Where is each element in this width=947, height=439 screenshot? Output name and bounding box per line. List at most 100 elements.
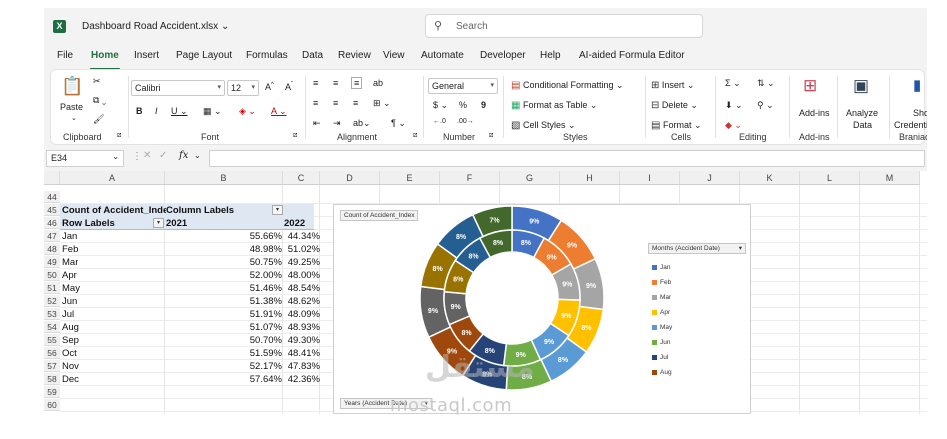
tab-developer[interactable]: Developer bbox=[480, 50, 526, 61]
pivot-value-2022[interactable]: 48.41% bbox=[284, 348, 320, 360]
tab-data[interactable]: Data bbox=[302, 50, 323, 61]
pivot-value-2021[interactable]: 51.46% bbox=[166, 283, 282, 295]
row-header-46[interactable]: 46 bbox=[44, 217, 60, 229]
row-header-51[interactable]: 51 bbox=[44, 282, 60, 294]
pivot-row-month[interactable]: Apr bbox=[62, 270, 77, 282]
column-header-g[interactable]: G bbox=[500, 171, 560, 185]
name-box-options-icon[interactable]: ⋮ bbox=[132, 151, 142, 162]
clipboard-launcher-icon[interactable]: ⧄ bbox=[117, 132, 121, 140]
comma-button[interactable]: 9 bbox=[481, 100, 486, 110]
pivot-row-month[interactable]: Nov bbox=[62, 361, 79, 373]
pivot-value-field[interactable]: Count of Accident_Inde bbox=[62, 205, 166, 217]
column-header-h[interactable]: H bbox=[560, 171, 620, 185]
column-filter-button[interactable]: ▾ bbox=[272, 205, 283, 215]
column-header-d[interactable]: D bbox=[320, 171, 380, 185]
formula-input[interactable] bbox=[209, 150, 925, 167]
column-header-m[interactable]: M bbox=[860, 171, 920, 185]
insert-cells-button[interactable]: ⊞ Insert ⌄ bbox=[651, 80, 694, 91]
cancel-icon[interactable]: ✕ bbox=[143, 150, 151, 161]
row-header-53[interactable]: 53 bbox=[44, 308, 60, 320]
formula-expand-icon[interactable]: ⌄ bbox=[194, 151, 201, 160]
tab-review[interactable]: Review bbox=[338, 50, 371, 61]
pivot-value-2021[interactable]: 55.66% bbox=[166, 231, 282, 243]
legend-item[interactable]: Apr bbox=[652, 309, 670, 316]
fill-color-icon[interactable]: ◈ ⌄ bbox=[239, 106, 256, 117]
pivot-value-2021[interactable]: 51.07% bbox=[166, 322, 282, 334]
format-cells-button[interactable]: ▤ Format ⌄ bbox=[651, 120, 702, 131]
tab-ai-formula-editor[interactable]: AI-aided Formula Editor bbox=[579, 50, 685, 61]
fill-icon[interactable]: ⬇ ⌄ bbox=[725, 100, 743, 111]
pivot-value-2021[interactable]: 51.38% bbox=[166, 296, 282, 308]
align-middle-icon[interactable]: ≡ bbox=[333, 78, 338, 88]
column-header-j[interactable]: J bbox=[680, 171, 740, 185]
column-header-e[interactable]: E bbox=[380, 171, 440, 185]
name-box[interactable]: E34 ⌄ bbox=[46, 150, 124, 167]
find-select-icon[interactable]: ⚲ ⌄ bbox=[757, 100, 774, 111]
tab-formulas[interactable]: Formulas bbox=[246, 50, 288, 61]
legend-item[interactable]: Jan bbox=[652, 264, 670, 271]
bold-button[interactable]: B bbox=[136, 106, 143, 116]
cell-styles-button[interactable]: ▧ Cell Styles ⌄ bbox=[511, 120, 576, 131]
font-size-select[interactable]: 12 ▾ bbox=[227, 80, 259, 96]
clear-icon[interactable]: ◆ ⌄ bbox=[725, 120, 742, 131]
analyze-data-icon[interactable]: ▣ bbox=[853, 76, 869, 96]
font-launcher-icon[interactable]: ⧄ bbox=[293, 132, 297, 140]
align-top-icon[interactable]: ≡ bbox=[313, 78, 318, 88]
pivot-value-2021[interactable]: 48.98% bbox=[166, 244, 282, 256]
increase-font-icon[interactable]: A^ bbox=[265, 82, 274, 92]
currency-button[interactable]: $ ⌄ bbox=[433, 100, 448, 111]
doughnut-chart[interactable]: Count of Accident_Index 9% 9% 9% 8% 8% 8% 8% 9%… bbox=[333, 204, 751, 414]
row-header-49[interactable]: 49 bbox=[44, 256, 60, 268]
font-color-icon[interactable]: A ⌄ bbox=[271, 106, 287, 117]
alignment-launcher-icon[interactable]: ⧄ bbox=[413, 132, 417, 140]
pivot-value-2022[interactable]: 48.93% bbox=[284, 322, 320, 334]
row-header-57[interactable]: 57 bbox=[44, 360, 60, 372]
row-header-55[interactable]: 55 bbox=[44, 334, 60, 346]
legend-field-button[interactable]: Months (Accident Date) ▾ bbox=[648, 243, 746, 254]
tab-automate[interactable]: Automate bbox=[421, 50, 464, 61]
borders-icon[interactable]: ▦ ⌄ bbox=[203, 106, 222, 117]
pivot-value-2022[interactable]: 49.30% bbox=[284, 335, 320, 347]
format-as-table-button[interactable]: ▦ Format as Table ⌄ bbox=[511, 100, 597, 111]
paste-button[interactable]: Paste bbox=[60, 102, 83, 112]
row-filter-button[interactable]: ▾ bbox=[153, 218, 164, 228]
tab-home[interactable]: Home bbox=[91, 50, 119, 61]
pivot-value-2022[interactable]: 51.02% bbox=[284, 244, 320, 256]
column-header-l[interactable]: L bbox=[800, 171, 860, 185]
percent-button[interactable]: % bbox=[459, 100, 467, 110]
column-header-b[interactable]: B bbox=[165, 171, 283, 185]
pivot-value-2021[interactable]: 52.00% bbox=[166, 270, 282, 282]
legend-item[interactable]: May bbox=[652, 324, 672, 331]
row-header-48[interactable]: 48 bbox=[44, 243, 60, 255]
file-title[interactable]: Dashboard Road Accident.xlsx ⌄ bbox=[82, 21, 229, 32]
row-header-44[interactable]: 44 bbox=[44, 191, 60, 203]
align-bottom-icon[interactable]: ≡ bbox=[351, 77, 363, 89]
pivot-value-2022[interactable]: 48.00% bbox=[284, 270, 320, 282]
insert-function-icon[interactable]: fx bbox=[179, 150, 188, 161]
pivot-row-month[interactable]: Jan bbox=[62, 231, 77, 243]
row-header-54[interactable]: 54 bbox=[44, 321, 60, 333]
pivot-row-month[interactable]: Oct bbox=[62, 348, 77, 360]
pivot-column-labels[interactable]: Column Labels bbox=[166, 205, 234, 217]
pivot-row-month[interactable]: Feb bbox=[62, 244, 78, 256]
pivot-year-2021[interactable]: 2021 bbox=[166, 218, 187, 230]
pivot-year-2022[interactable]: 2022 bbox=[284, 218, 305, 230]
cut-icon[interactable]: ✂ bbox=[93, 76, 101, 87]
tab-insert[interactable]: Insert bbox=[134, 50, 159, 61]
align-right-icon[interactable]: ≡ bbox=[353, 98, 358, 108]
text-direction-icon[interactable]: ¶ ⌄ bbox=[391, 118, 406, 129]
paste-dropdown-icon[interactable]: ⌄ bbox=[71, 114, 77, 122]
wrap-text-icon[interactable]: ab bbox=[373, 78, 383, 88]
row-header-58[interactable]: 58 bbox=[44, 373, 60, 385]
row-header-56[interactable]: 56 bbox=[44, 347, 60, 359]
pivot-value-2022[interactable]: 48.54% bbox=[284, 283, 320, 295]
legend-item[interactable]: Aug bbox=[652, 369, 672, 376]
pivot-value-2021[interactable]: 52.17% bbox=[166, 361, 282, 373]
select-all-corner[interactable] bbox=[44, 171, 60, 185]
sort-filter-icon[interactable]: ⇅ ⌄ bbox=[757, 78, 775, 89]
row-header-45[interactable]: 45 bbox=[44, 204, 60, 216]
pivot-value-2022[interactable]: 49.25% bbox=[284, 257, 320, 269]
column-header-a[interactable]: A bbox=[60, 171, 165, 185]
row-header-52[interactable]: 52 bbox=[44, 295, 60, 307]
add-ins-icon[interactable]: ⊞ bbox=[803, 76, 817, 96]
